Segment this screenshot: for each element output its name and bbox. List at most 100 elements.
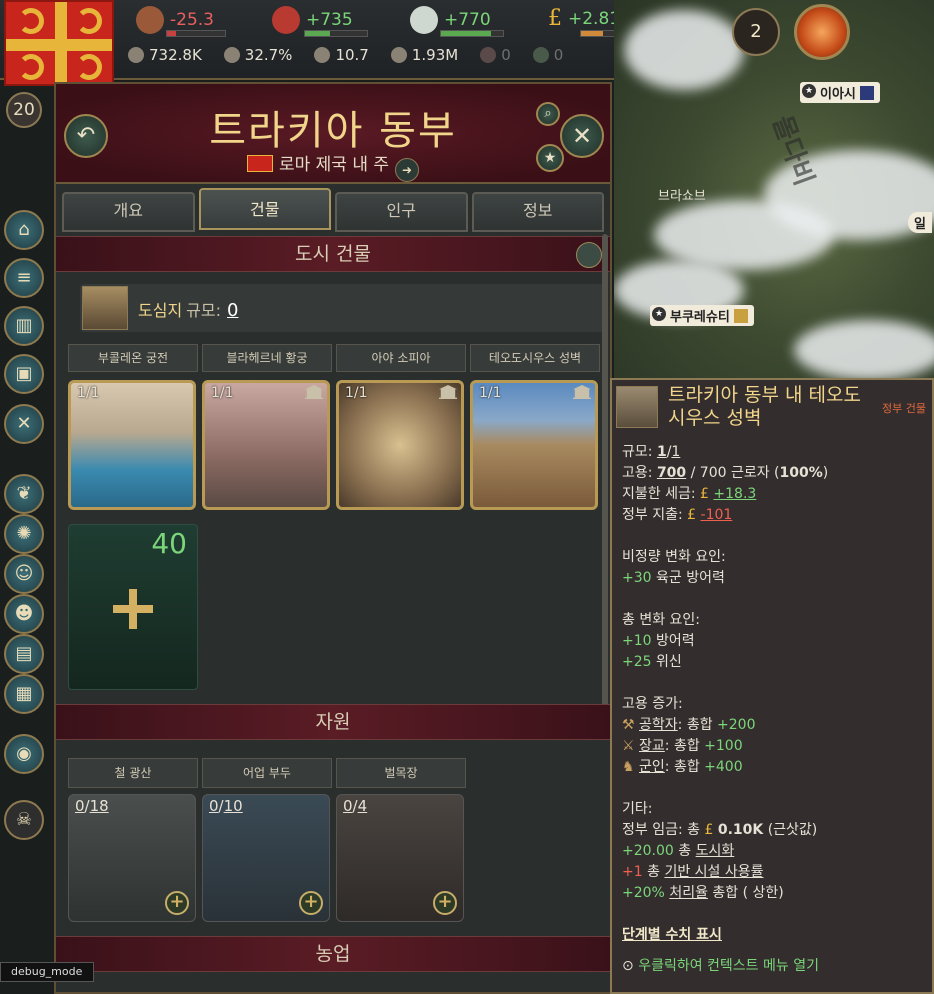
building-card-bucoleon[interactable]: 1/1 [68,380,196,510]
add-building-slot[interactable]: 40 [68,524,198,690]
search-icon[interactable]: ⌕ [536,102,560,126]
legitimacy-bar [166,30,226,37]
add-resource-button[interactable]: + [433,891,457,915]
book-icon [223,47,240,63]
tt-tax: 지불한 세금: £ +18.3 [622,486,757,502]
tt-employment: 고용: 700 / 700 근로자 (100%) [622,465,829,481]
resource-card-iron[interactable]: 0/18 + [68,794,196,922]
tt-level: 규모: 1/1 [622,444,681,460]
section-title: 도시 건물 [295,243,371,265]
urban-center-level[interactable]: 0 [227,300,238,321]
dove-icon [410,6,438,34]
map-label-iasi[interactable]: ★ 이아시 [800,82,880,103]
building-name-hagia-sophia: 아야 소피아 [336,344,466,372]
resource-name-iron: 철 광산 [68,758,198,788]
fist-icon [480,47,497,63]
close-button[interactable]: ✕ [560,114,604,158]
tt-etc-title: 기타: [622,801,653,817]
resource-card-fishing[interactable]: 0/10 + [202,794,330,922]
tt-nonpct-title: 비정량 변화 요인: [622,549,726,565]
add-resource-button[interactable]: + [165,891,189,915]
tt-etc-line: +20% 처리율 총합 ( 상한) [622,885,784,901]
tooltip-type: 정부 건물 [882,402,926,415]
available-slots: 40 [151,527,187,560]
literacy-stat[interactable]: 32.7% [223,46,292,64]
world-map[interactable]: ★ 이아시 브라쇼브 ★ 부쿠레슈티 일 몰다비 [614,0,934,378]
harvest-stat[interactable]: 10.7 [314,46,369,64]
tt-emp-title: 고용 증가: [622,696,683,712]
market-icon[interactable]: ▣ [4,354,44,394]
back-button[interactable]: ↶ [64,114,108,158]
tab-overview[interactable]: 개요 [62,192,195,232]
gdp-icon [128,47,144,63]
map-label-east[interactable]: 일 [908,212,932,233]
stat-a[interactable]: 0 [480,46,511,64]
tab-buildings[interactable]: 건물 [198,188,331,230]
politics-icon[interactable]: ☺ [4,554,44,594]
industry-icon[interactable]: ▥ [4,306,44,346]
resource-card-logging[interactable]: 0/4 + [336,794,464,922]
population-icon[interactable]: ☻ [4,594,44,634]
soldier-icon: ♞ [622,759,635,775]
tab-information[interactable]: 정보 [471,192,604,232]
resource-count: 0/18 [75,797,109,815]
skull-icon[interactable]: ☠ [4,800,44,840]
grid-view-icon[interactable] [576,242,602,268]
alerts-badge[interactable]: 2 [732,8,780,56]
pound-icon: £ [548,6,562,31]
tt-etc-line: +1 총 기반 시설 사용률 [622,864,764,880]
map-mode-icon[interactable]: ◉ [4,734,44,774]
state-title: 트라키아 동부 [209,108,457,154]
subtitle-text[interactable]: 로마 제국 내 주 [279,155,389,175]
resource-count: 0/4 [343,797,368,815]
map-label-brasov[interactable]: 브라쇼브 [652,184,712,205]
section-agriculture: 농업 [56,936,610,972]
lightbulb-icon[interactable] [794,4,850,60]
budget-icon[interactable]: ≡ [4,258,44,298]
population-stat[interactable]: 1.93M [390,46,458,64]
country-flag[interactable] [4,0,114,86]
scrollbar[interactable] [602,234,608,734]
journal-icon[interactable]: ▤ [4,634,44,674]
wheat-icon [314,47,331,63]
urban-center-label: 도심지 규모: 0 [138,300,239,321]
debug-mode-label[interactable]: debug_mode [0,962,94,982]
building-name-blachernae: 블라헤르네 황궁 [202,344,332,372]
tt-total-title: 총 변화 요인: [622,612,701,628]
building-card-blachernae[interactable]: 1/1 [202,380,330,510]
tt-nonpct-line: +30 육군 방어력 [622,570,725,586]
building-card-theodosian-walls[interactable]: 1/1 [470,380,598,510]
military-icon[interactable]: ✕ [4,404,44,444]
tooltip-body: 규모: 1/1 고용: 700 / 700 근로자 (100%) 지불한 세금:… [622,442,928,977]
add-resource-button[interactable]: + [299,891,323,915]
tt-emp-line: ⚒ 공학자: 총합 +200 [622,717,756,733]
panel-header: 트라키아 동부 로마 제국 내 주 ➜ ↶ ⌕ ✕ ★ [56,84,610,184]
theodosian-walls-icon [616,386,658,428]
breakdown-link[interactable]: 단계별 수치 표시 [622,925,928,946]
gdp-stat[interactable]: 732.8K [128,46,202,64]
ledger-icon[interactable]: ▦ [4,674,44,714]
government-icon[interactable]: ⌂ [4,210,44,250]
section-title: 농업 [315,943,351,965]
state-subtitle: 로마 제국 내 주 ➜ [56,150,610,182]
rank-badge[interactable]: 20 [6,92,42,128]
officer-icon: ⚔ [622,738,635,754]
building-name-bucoleon: 부콜레온 궁전 [68,344,198,372]
urban-center-row[interactable]: 도심지 규모: 0 [80,284,604,332]
left-sidebar: ⌂ ≡ ▥ ▣ ✕ ❦ ✺ ☺ ☻ ▤ ▦ ◉ ☠ [0,190,50,890]
people-icon [390,47,407,63]
technology-icon[interactable]: ✺ [4,514,44,554]
go-to-arrow-icon[interactable]: ➜ [395,158,420,182]
favorite-star-icon[interactable]: ★ [536,144,564,172]
building-card-hagia-sophia[interactable]: 1/1 [336,380,464,510]
diplomacy-icon[interactable]: ❦ [4,474,44,514]
tt-total-line: +25 위신 [622,654,682,670]
influence-bar [440,30,504,37]
secondary-stats: 732.8K 32.7% 10.7 1.93M 0 0 [128,46,563,64]
tt-etc-line: +20.00 총 도시화 [622,843,735,859]
map-label-bucharest[interactable]: ★ 부쿠레슈티 [650,305,754,326]
stat-b[interactable]: 0 [532,46,563,64]
tooltip-title: 트라키아 동부 내 테오도시우스 성벽 [668,384,861,429]
tab-population[interactable]: 인구 [335,192,468,232]
tt-context-hint: ⊙ 우클릭하여 컨텍스트 메뉴 열기 [622,958,819,974]
